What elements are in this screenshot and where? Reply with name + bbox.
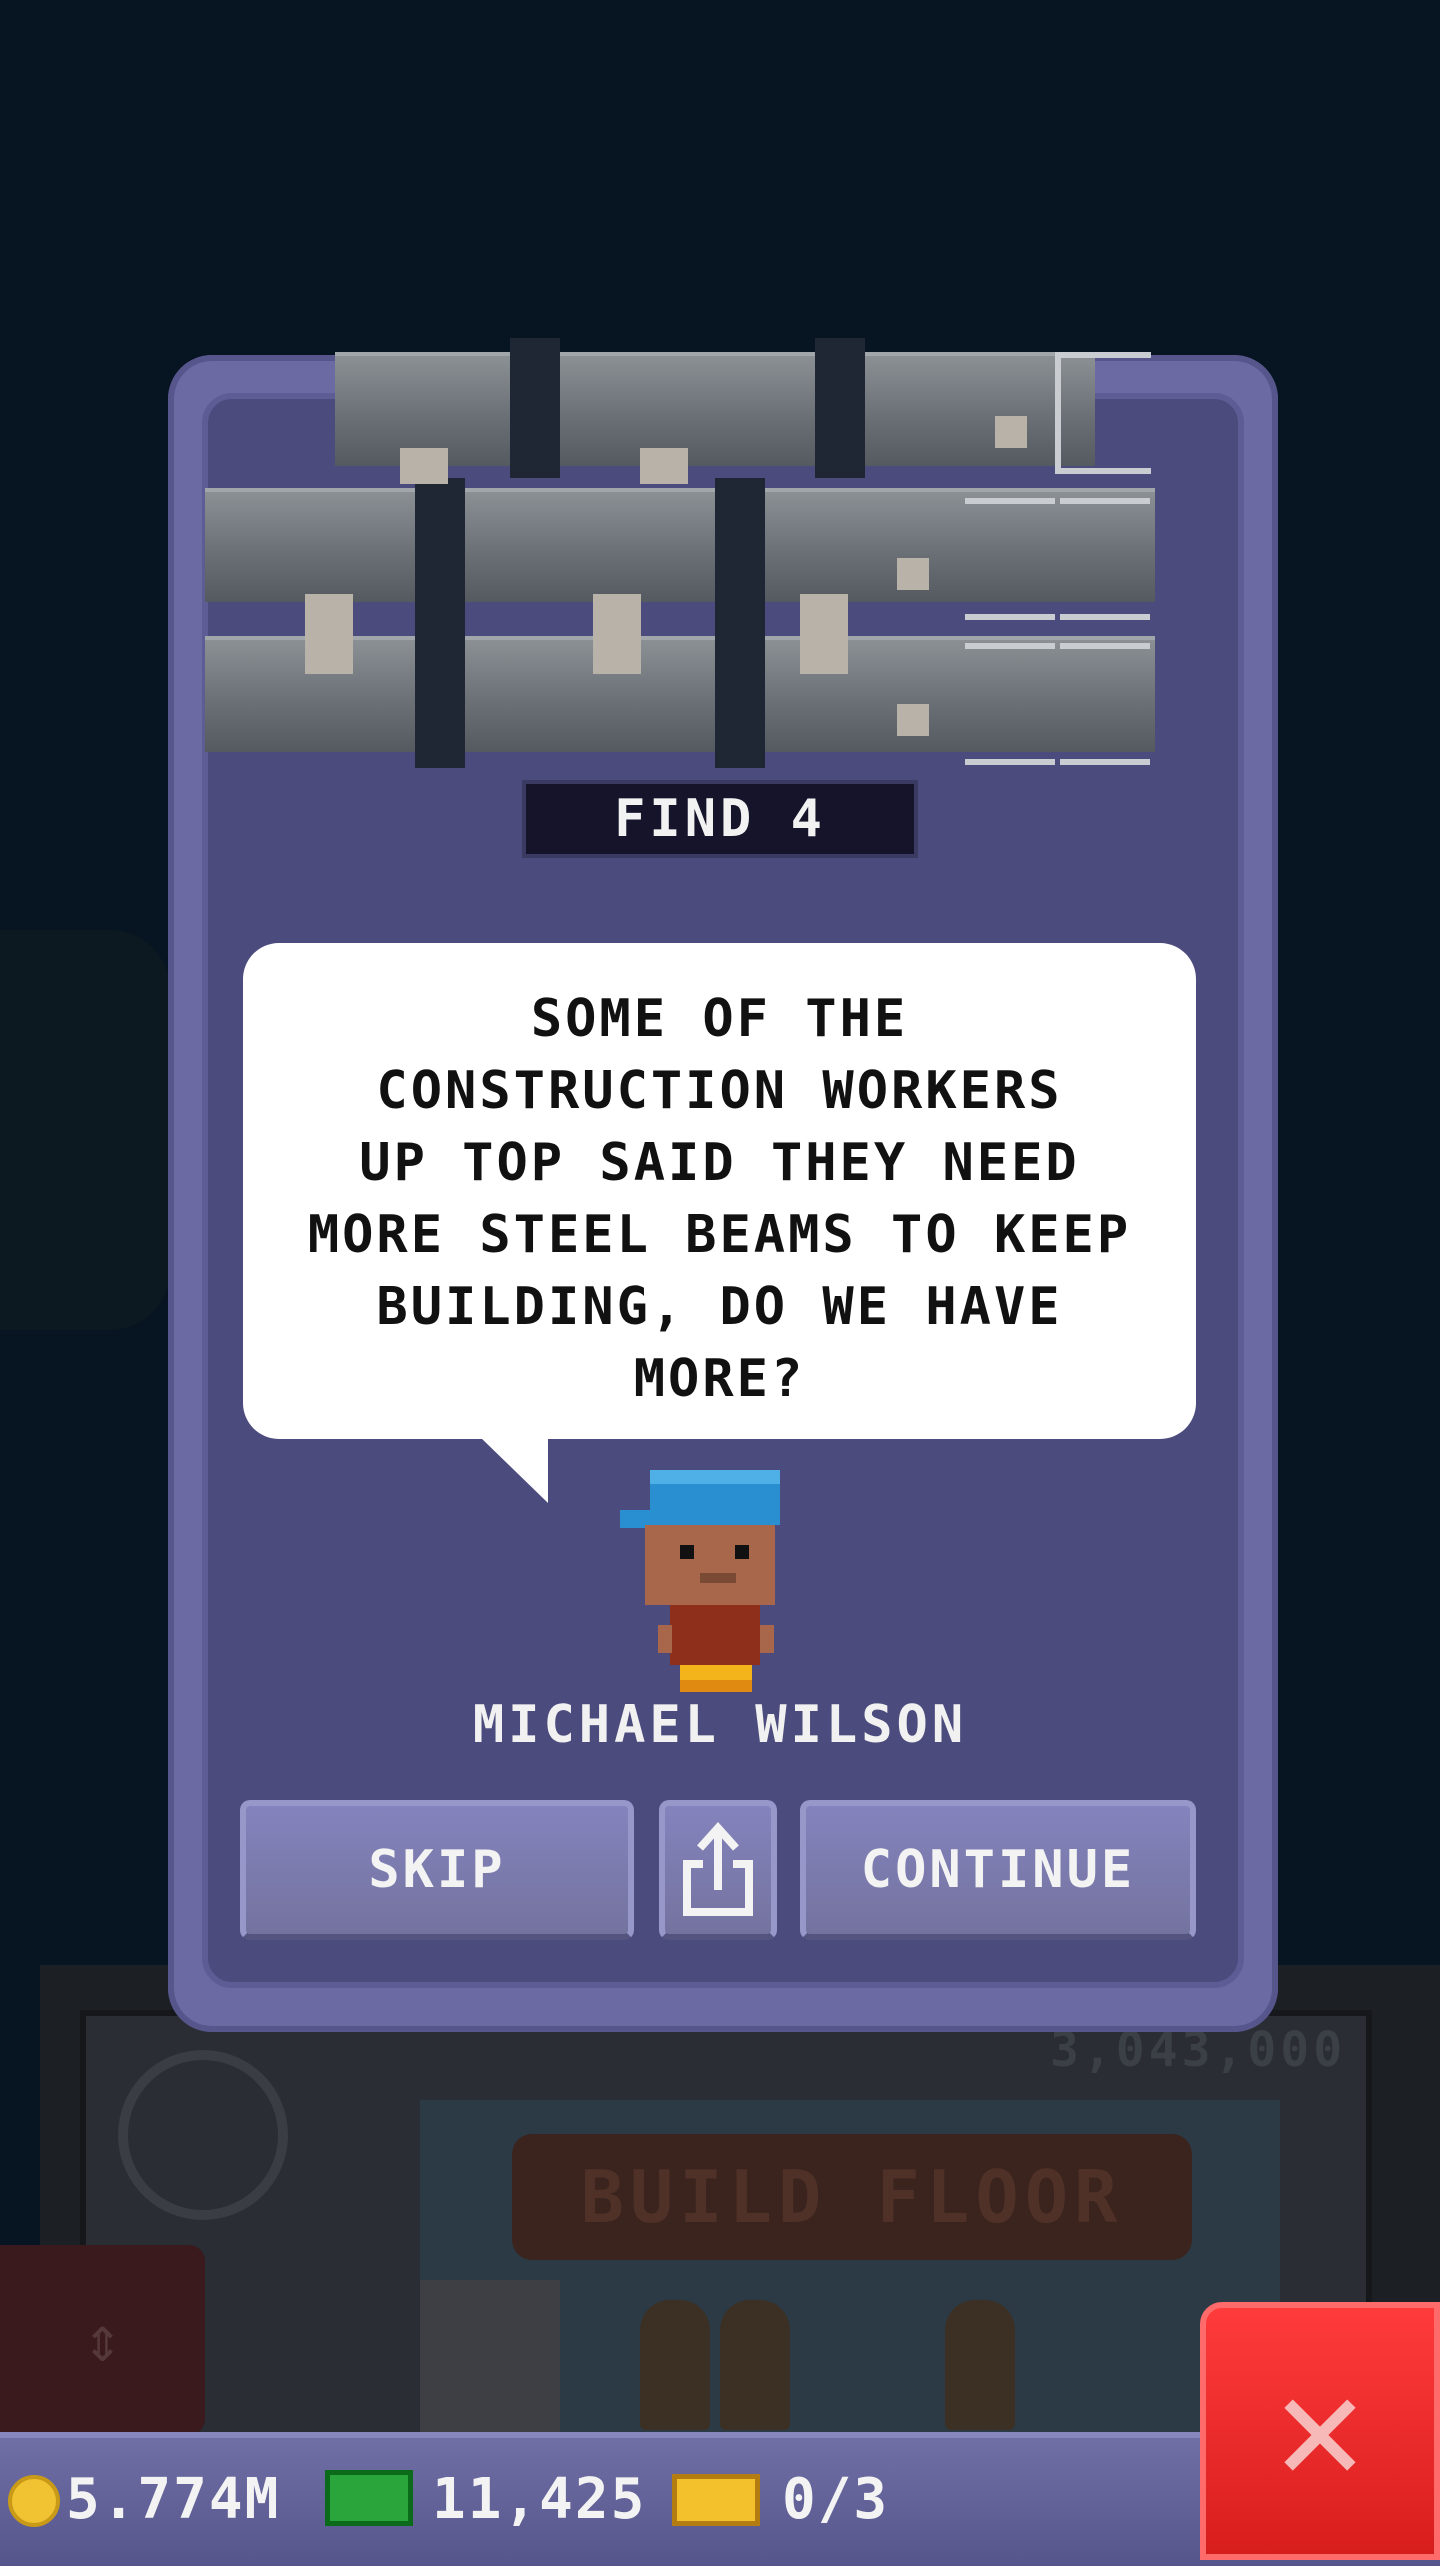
find-count-label: FIND 4 <box>522 780 918 858</box>
bux-count: 11,425 <box>432 2467 647 2532</box>
background-worker <box>720 2300 790 2430</box>
golden-ticket-count: 0/3 <box>782 2467 890 2532</box>
background-worker <box>945 2300 1015 2430</box>
elevator-button: ⇕ <box>0 2245 205 2435</box>
build-floor-sign: BUILD FLOOR <box>512 2134 1192 2260</box>
background-wheel-icon <box>118 2050 288 2220</box>
share-icon <box>683 1822 753 1916</box>
coins-count: 5.774M <box>66 2467 281 2532</box>
background-worker <box>640 2300 710 2430</box>
speech-bubble-tail <box>478 1435 548 1503</box>
close-button[interactable]: ✕ <box>1200 2302 1440 2560</box>
background-crate <box>420 2280 560 2435</box>
continue-button[interactable]: CONTINUE <box>800 1800 1196 1940</box>
coin-icon <box>8 2475 60 2527</box>
speech-text: SOME OF THE CONSTRUCTION WORKERS UP TOP … <box>307 989 1132 1409</box>
close-icon: ✕ <box>1274 2341 1366 2515</box>
steel-beams-image <box>205 338 1235 768</box>
character-name: MICHAEL WILSON <box>472 1695 968 1755</box>
golden-ticket-icon <box>672 2474 760 2526</box>
bux-icon <box>325 2470 413 2526</box>
skip-button[interactable]: SKIP <box>240 1800 634 1940</box>
share-button[interactable] <box>659 1800 777 1940</box>
background-silhouette <box>0 930 170 1330</box>
character-avatar <box>620 1470 780 1692</box>
speech-bubble: SOME OF THE CONSTRUCTION WORKERS UP TOP … <box>243 943 1196 1439</box>
